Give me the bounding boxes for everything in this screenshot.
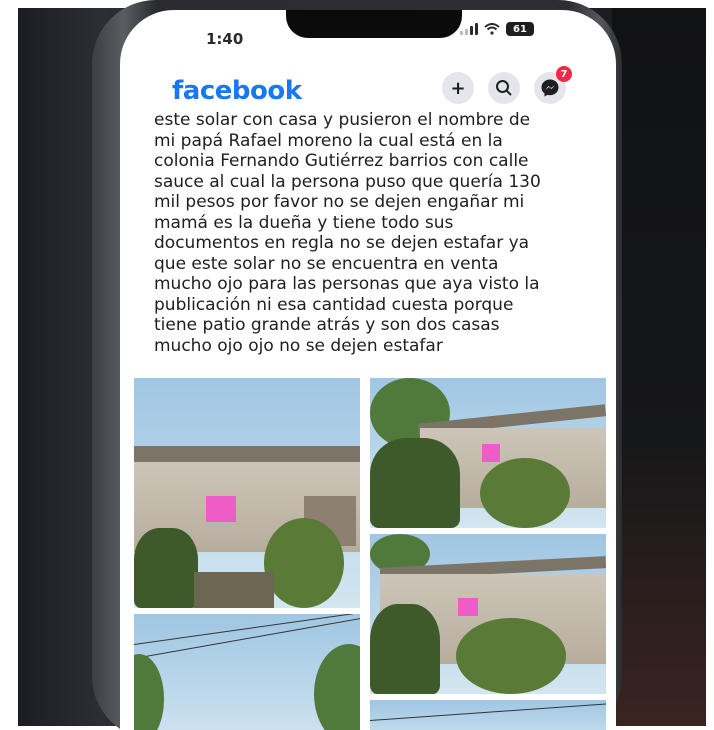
background-right	[612, 8, 706, 726]
pink-sign	[206, 496, 236, 522]
post-photo-1[interactable]	[134, 378, 360, 608]
facebook-logo[interactable]: facebook	[172, 76, 302, 106]
photo-sky	[370, 700, 606, 730]
messenger-badge: 7	[556, 66, 572, 82]
house-roof	[134, 446, 360, 462]
bush	[264, 518, 344, 608]
post-line: que este solar no se encuentra en venta	[154, 253, 499, 274]
messenger-button[interactable]: 7	[534, 66, 572, 104]
bush	[370, 604, 440, 694]
post-line: mil pesos por favor no se dejen engañar …	[154, 192, 525, 212]
post-line: mi papá Rafael moreno la cual está en la	[154, 130, 503, 151]
post-line: mucho ojo ojo no se dejen estafar	[154, 335, 443, 356]
post-photo-5[interactable]	[370, 700, 606, 730]
post-photo-2[interactable]	[370, 378, 606, 528]
messenger-icon	[541, 79, 559, 97]
status-time: 1:40	[206, 30, 244, 48]
post-line: mucho ojo para las personas que aya vist…	[154, 274, 540, 294]
pink-sign	[482, 444, 500, 462]
phone-screen: 1:40 61 facebook + 7 este solar con casa…	[120, 10, 616, 730]
post-line: este solar con casa y pusieron el nombre…	[154, 110, 531, 130]
bush	[480, 458, 570, 528]
post-line: sauce al cual la persona puso que quería…	[154, 171, 541, 192]
post-line: tiene patio grande atrás y son dos casas	[154, 315, 500, 335]
wifi-icon	[484, 23, 500, 35]
post-line: documentos en regla no se dejen estafar …	[154, 233, 530, 253]
post-line: publicación ni esa cantidad cuesta porqu…	[154, 294, 514, 315]
bush	[456, 618, 566, 694]
signal-icon	[460, 23, 478, 35]
pink-sign	[458, 598, 478, 616]
plus-icon: +	[450, 77, 466, 99]
post-text: este solar con casa y pusieron el nombre…	[154, 110, 594, 356]
ground	[194, 572, 274, 608]
post-photo-3[interactable]	[370, 534, 606, 694]
battery-icon: 61	[506, 22, 534, 36]
search-icon	[496, 80, 512, 96]
photo-scene: 1:40 61 facebook + 7 este solar con casa…	[0, 0, 714, 730]
search-button[interactable]	[488, 72, 520, 104]
post-line: colonia Fernando Gutiérrez barrios con c…	[154, 151, 529, 171]
dynamic-island	[286, 10, 462, 38]
status-icons: 61	[460, 22, 534, 36]
post-line: mamá es la dueña y tiene todo sus	[154, 212, 454, 233]
bush	[370, 438, 460, 528]
facebook-header: facebook + 7	[120, 60, 616, 116]
post-photo-4[interactable]	[134, 614, 360, 730]
bush	[134, 528, 198, 608]
create-button[interactable]: +	[442, 72, 474, 104]
